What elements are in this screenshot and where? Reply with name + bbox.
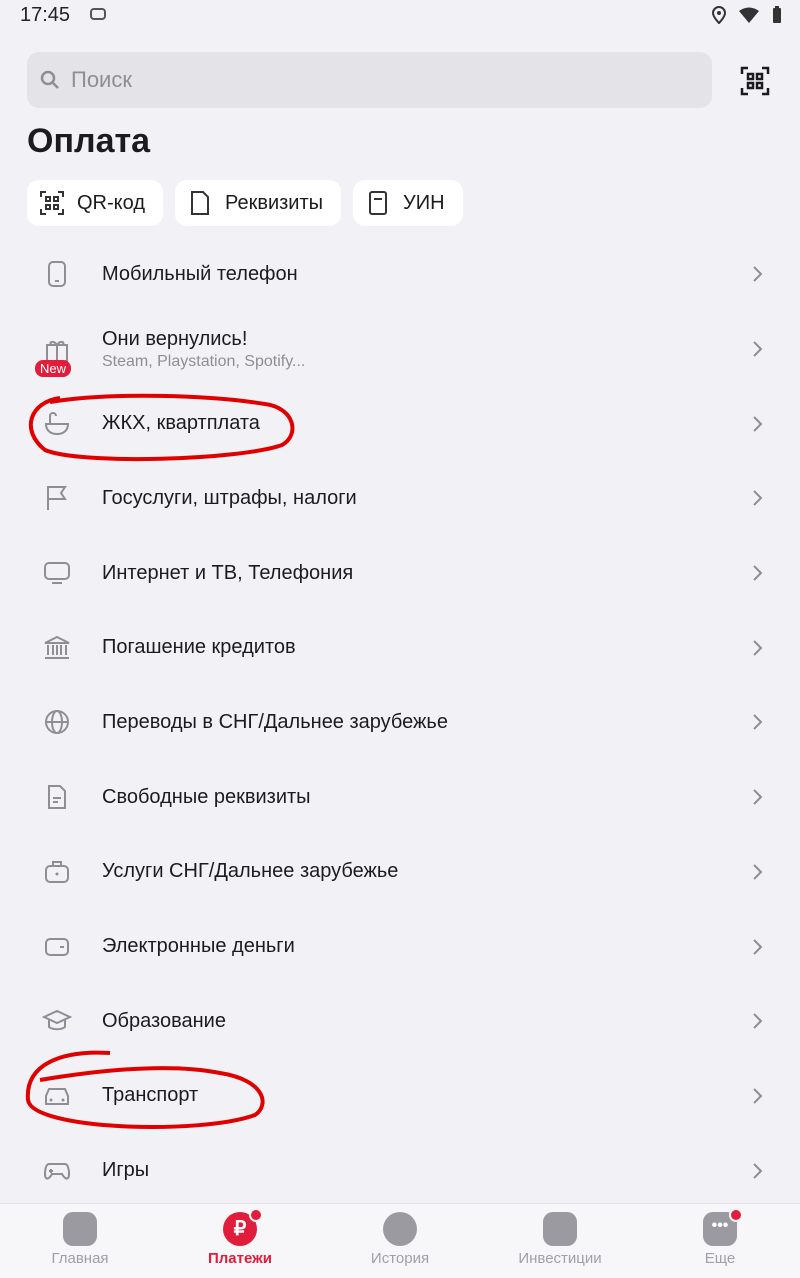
chip-label: QR-код xyxy=(77,191,145,214)
list-item[interactable]: Игры xyxy=(0,1133,800,1208)
list-item[interactable]: Образование xyxy=(0,984,800,1059)
item-title: Игры xyxy=(102,1159,150,1182)
item-title: Интернет и ТВ, Телефония xyxy=(102,561,354,584)
wifi-icon xyxy=(739,7,759,23)
chip-label: Реквизиты xyxy=(225,191,324,214)
list-item[interactable]: New Они вернулись! Steam, Playstation, Sp… xyxy=(0,312,800,387)
search-bar[interactable]: Поиск xyxy=(27,52,712,108)
chevron-right-icon xyxy=(753,565,763,581)
ruble-icon: ₽ xyxy=(223,1208,263,1246)
tab-label: Платежи xyxy=(208,1250,272,1267)
quick-actions: QR-код Реквизиты УИН xyxy=(27,180,463,226)
chevron-right-icon xyxy=(753,640,763,656)
status-icons xyxy=(712,6,782,24)
list-item[interactable]: Интернет и ТВ, Телефония xyxy=(0,536,800,611)
flag-icon xyxy=(41,482,73,514)
wallet-icon xyxy=(41,931,73,963)
chevron-right-icon xyxy=(753,1013,763,1029)
home-icon xyxy=(63,1212,97,1246)
qr-icon xyxy=(40,191,64,215)
new-badge: New xyxy=(35,359,72,377)
qr-scan-icon[interactable] xyxy=(740,66,770,96)
chevron-right-icon xyxy=(753,1088,763,1104)
search-icon xyxy=(40,70,59,89)
chevron-right-icon xyxy=(753,416,763,432)
chevron-right-icon xyxy=(753,789,763,805)
tab-payments[interactable]: ₽ Платежи xyxy=(160,1208,320,1267)
tab-more[interactable]: ••• Еще xyxy=(640,1208,800,1267)
item-title: Госуслуги, штрафы, налоги xyxy=(102,486,357,509)
notification-dot xyxy=(249,1208,263,1222)
chip-qr-code[interactable]: QR-код xyxy=(27,180,163,226)
chevron-right-icon xyxy=(753,864,763,880)
list-item[interactable]: Мобильный телефон xyxy=(0,237,800,312)
status-bar: 17:45 xyxy=(0,0,800,32)
chevron-right-icon xyxy=(753,266,763,283)
tab-history[interactable]: История xyxy=(320,1212,480,1267)
receipt-icon xyxy=(369,191,388,215)
doc-icon xyxy=(41,781,73,813)
tab-label: Еще xyxy=(704,1250,736,1267)
item-subtitle: Steam, Playstation, Spotify... xyxy=(102,352,306,370)
tab-label: Инвестиции xyxy=(518,1250,602,1267)
list-item[interactable]: Погашение кредитов xyxy=(0,610,800,685)
chevron-right-icon xyxy=(753,341,763,357)
item-title: Мобильный телефон xyxy=(102,262,298,285)
list-item[interactable]: ЖКХ, квартплата xyxy=(0,386,800,461)
item-title: Погашение кредитов xyxy=(102,636,296,659)
list-item[interactable]: Транспорт xyxy=(0,1059,800,1134)
page-title: Оплата xyxy=(27,122,151,160)
battery-icon xyxy=(773,6,781,23)
globe-icon xyxy=(41,706,73,738)
notification-dot xyxy=(729,1208,743,1222)
tab-investments[interactable]: Инвестиции xyxy=(480,1212,640,1267)
list-item[interactable]: Госуслуги, штрафы, налоги xyxy=(0,461,800,536)
clock-icon xyxy=(383,1212,417,1246)
car-icon xyxy=(41,1080,73,1112)
tab-label: Главная xyxy=(51,1250,109,1267)
list-item[interactable]: Переводы в СНГ/Дальнее зарубежье xyxy=(0,685,800,760)
chip-requisites[interactable]: Реквизиты xyxy=(175,180,342,226)
item-title: Услуги СНГ/Дальнее зарубежье xyxy=(102,860,399,883)
location-icon xyxy=(712,6,726,24)
list-item[interactable]: Электронные деньги xyxy=(0,909,800,984)
item-title: Они вернулись! xyxy=(102,327,248,350)
status-time: 17:45 xyxy=(20,4,71,26)
tab-label: История xyxy=(370,1250,430,1267)
graduation-icon xyxy=(41,1005,73,1037)
briefcase-icon xyxy=(41,856,73,888)
document-icon xyxy=(191,191,209,215)
search-input[interactable]: Поиск xyxy=(71,67,132,93)
payment-categories: Мобильный телефон New Они вернулись! Stea… xyxy=(0,237,800,1208)
more-icon: ••• xyxy=(703,1208,743,1246)
item-title: ЖКХ, квартплата xyxy=(102,412,260,435)
chip-uin[interactable]: УИН xyxy=(353,180,463,226)
chevron-right-icon xyxy=(753,490,763,507)
item-title: Транспорт xyxy=(102,1084,199,1107)
item-title: Электронные деньги xyxy=(102,935,295,958)
bank-icon xyxy=(41,632,73,664)
chip-label: УИН xyxy=(403,191,445,214)
chevron-right-icon xyxy=(753,1162,763,1179)
tab-home[interactable]: Главная xyxy=(0,1212,160,1267)
list-item[interactable]: Свободные реквизиты xyxy=(0,760,800,835)
bottom-tab-bar: Главная ₽ Платежи История Инвестиции •••… xyxy=(0,1203,800,1278)
list-item[interactable]: Услуги СНГ/Дальнее зарубежье xyxy=(0,835,800,910)
chevron-right-icon xyxy=(753,938,763,955)
bath-icon xyxy=(41,408,73,440)
item-title: Переводы в СНГ/Дальнее зарубежье xyxy=(102,710,448,733)
gamepad-icon xyxy=(41,1155,73,1187)
chevron-right-icon xyxy=(753,714,763,731)
phone-icon xyxy=(41,258,73,290)
app-badge-icon xyxy=(90,7,106,24)
tv-icon xyxy=(41,557,73,589)
item-title: Образование xyxy=(102,1009,226,1032)
chart-icon xyxy=(543,1212,577,1246)
item-title: Свободные реквизиты xyxy=(102,785,311,808)
